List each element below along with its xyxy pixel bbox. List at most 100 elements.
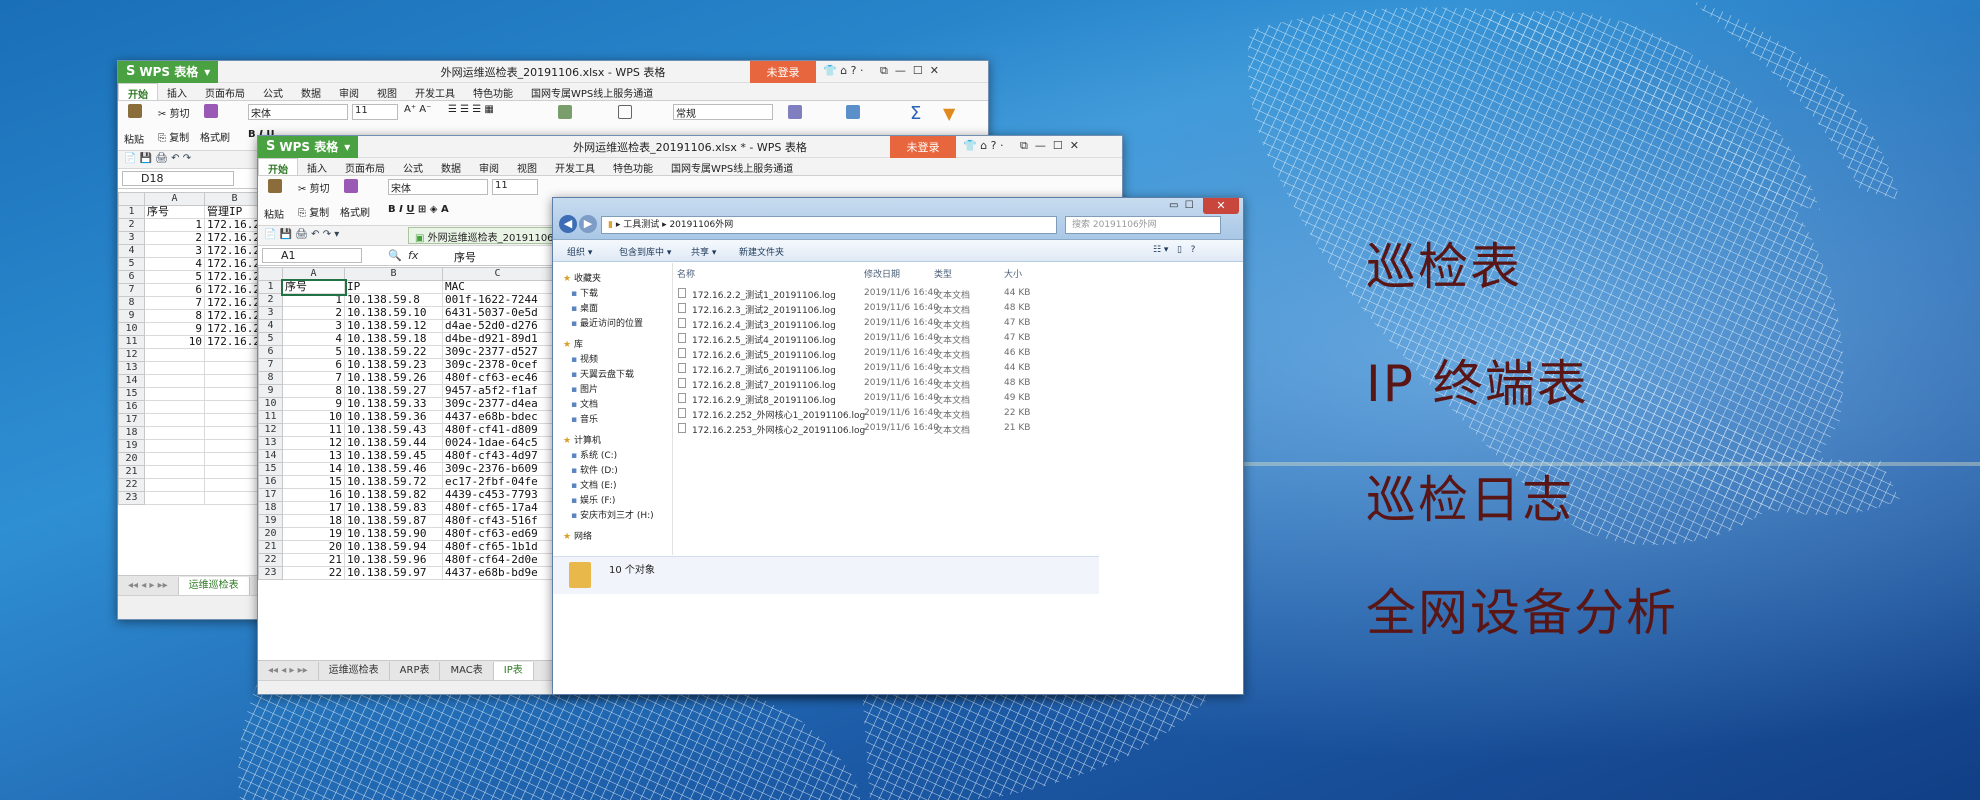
share-button[interactable]: 共享 ▾ [691,245,716,258]
cell[interactable]: 10 [282,410,345,424]
row-header[interactable]: 6 [258,345,283,359]
cell[interactable]: 9457-a5f2-f1af [442,384,553,398]
cell[interactable]: d4be-d921-89d1 [442,332,553,346]
row-header[interactable]: 4 [258,319,283,333]
tab-insert[interactable]: 插入 [158,83,196,100]
cell[interactable]: MAC [442,280,553,294]
quick-access-icons[interactable]: 📄 💾 🖨 ↶ ↷ [124,153,191,164]
row-header[interactable]: 23 [118,491,145,505]
tab-page-layout[interactable]: 页面布局 [336,158,394,175]
paste-icon[interactable] [268,179,282,193]
cell[interactable]: 10.138.59.36 [344,410,443,424]
cell[interactable]: 19 [282,527,345,541]
cell[interactable]: 5 [144,270,205,284]
file-row[interactable]: 172.16.2.6_测试5_20191106.log 2019/11/6 16:… [674,347,1099,361]
search-input[interactable]: 搜索 20191106外网 [1065,216,1221,234]
cell[interactable] [144,400,205,414]
cell[interactable] [144,413,205,427]
cell[interactable]: 172.16.2 [204,309,265,323]
row-header[interactable]: 11 [118,335,145,349]
cell[interactable] [204,465,265,479]
row-header[interactable]: 15 [118,387,145,401]
cell[interactable]: 12 [282,436,345,450]
file-row[interactable]: 172.16.2.252_外网核心1_20191106.log 2019/11/6… [674,407,1099,421]
row-header[interactable]: 5 [258,332,283,346]
row-header[interactable]: 14 [258,449,283,463]
nav-group[interactable]: ★ 网络 [563,529,592,542]
cell[interactable]: 10.138.59.97 [344,566,443,580]
tab-developer[interactable]: 开发工具 [546,158,604,175]
cell[interactable] [204,374,265,388]
nav-group[interactable]: ★ 计算机 [563,433,601,446]
row-header[interactable]: 9 [118,309,145,323]
row-header[interactable]: 17 [258,488,283,502]
format-painter-button[interactable]: 格式刷 [200,129,230,144]
row-header[interactable]: 20 [258,527,283,541]
row-header[interactable]: 19 [118,439,145,453]
nav-item[interactable]: ▪ 娱乐 (F:) [571,493,615,506]
nav-item[interactable]: ▪ 最近访问的位置 [571,316,643,329]
file-row[interactable]: 172.16.2.7_测试6_20191106.log 2019/11/6 16:… [674,362,1099,376]
cell[interactable] [144,465,205,479]
fx-button[interactable]: fx [408,249,418,262]
paste-button[interactable]: 粘贴 [264,206,284,221]
row-header[interactable]: 9 [258,384,283,398]
quick-access-icons[interactable]: 📄 💾 🖨 ↶ ↷ ▾ [264,229,339,240]
row-header[interactable]: 18 [258,501,283,515]
font-size-select[interactable]: 11 [492,179,538,195]
sheet-nav-arrows[interactable]: ◂◂ ◂ ▸ ▸▸ [118,576,179,595]
cell[interactable]: 4 [144,257,205,271]
cell[interactable]: 6 [144,283,205,297]
cell[interactable] [204,413,265,427]
filter-icon[interactable]: ▼ [943,104,955,123]
paste-button[interactable]: 粘贴 [124,131,144,146]
sheet-tab-mac[interactable]: MAC表 [440,661,494,680]
cell[interactable]: 10.138.59.83 [344,501,443,515]
window-controls[interactable]: ⧉ — ☐ ✕ [880,64,939,78]
nav-item[interactable]: ▪ 下载 [571,286,598,299]
nav-item[interactable]: ▪ 音乐 [571,412,598,425]
cell[interactable]: 172.16.2 [204,231,265,245]
autosum-icon[interactable]: Σ [910,103,921,124]
cell[interactable]: 10.138.59.96 [344,553,443,567]
cell[interactable]: 309c-2376-b609 [442,462,553,476]
cell[interactable]: 序号 [144,205,205,219]
login-button[interactable]: 未登录 [890,136,956,158]
row-header[interactable]: 15 [258,462,283,476]
cell[interactable]: 480f-cf43-516f [442,514,553,528]
row-header[interactable]: 8 [118,296,145,310]
cell[interactable]: 10.138.59.82 [344,488,443,502]
cell[interactable]: 172.16.2 [204,218,265,232]
file-row[interactable]: 172.16.2.2_测试1_20191106.log 2019/11/6 16:… [674,287,1099,301]
row-header[interactable]: 16 [258,475,283,489]
help-icon[interactable]: 👕 ⌂ ? · [823,64,864,77]
file-row[interactable]: 172.16.2.4_测试3_20191106.log 2019/11/6 16:… [674,317,1099,331]
nav-item[interactable]: ▪ 系统 (C:) [571,448,617,461]
row-header[interactable]: 5 [118,257,145,271]
nav-item[interactable]: ▪ 安庆市刘三才 (H:) [571,508,654,521]
row-header[interactable]: 7 [258,358,283,372]
cell[interactable]: 172.16.2 [204,296,265,310]
row-header[interactable]: 14 [118,374,145,388]
cell[interactable] [144,452,205,466]
cell[interactable] [204,400,265,414]
nav-group[interactable]: ★ 收藏夹 [563,271,601,284]
font-size-select[interactable]: 11 [352,104,398,120]
font-grow-icon[interactable]: A⁺ A⁻ [404,104,431,115]
column-type[interactable]: 类型 [934,267,952,280]
cell[interactable] [204,439,265,453]
cell[interactable] [204,491,265,505]
back-button[interactable]: ◀ [559,215,577,233]
cell[interactable]: 2 [282,306,345,320]
row-header[interactable]: 22 [118,478,145,492]
column-header[interactable]: C [442,267,553,281]
new-folder-button[interactable]: 新建文件夹 [739,245,784,258]
cell[interactable]: 10.138.59.72 [344,475,443,489]
cell[interactable]: 480f-cf41-d809 [442,423,553,437]
cell[interactable]: 172.16.2 [204,335,265,349]
nav-item[interactable]: ▪ 桌面 [571,301,598,314]
cell[interactable]: 10.138.59.94 [344,540,443,554]
file-row[interactable]: 172.16.2.253_外网核心2_20191106.log 2019/11/6… [674,422,1099,436]
cell[interactable] [204,452,265,466]
row-header[interactable]: 21 [118,465,145,479]
